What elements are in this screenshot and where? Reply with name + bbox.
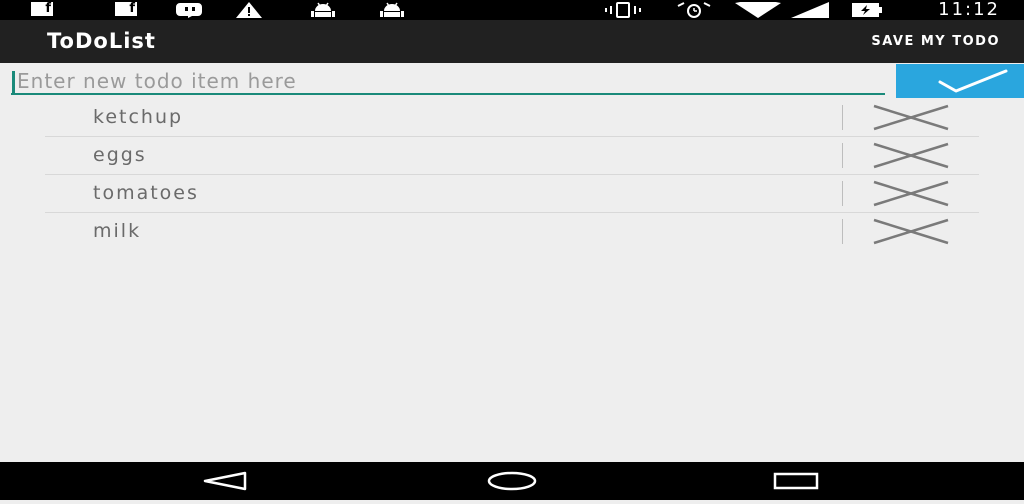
close-icon bbox=[873, 142, 949, 169]
row-divider bbox=[842, 219, 843, 244]
text-cursor bbox=[12, 71, 15, 93]
signal-icon bbox=[791, 2, 829, 18]
warning-icon bbox=[236, 2, 262, 18]
back-icon bbox=[203, 471, 247, 491]
back-button[interactable] bbox=[195, 462, 255, 500]
save-my-todo-button[interactable]: SAVE MY TODO bbox=[871, 20, 1000, 63]
delete-item-button[interactable] bbox=[871, 142, 951, 169]
row-divider bbox=[842, 105, 843, 130]
delete-item-button[interactable] bbox=[871, 180, 951, 207]
todo-item-label: ketchup bbox=[93, 106, 184, 128]
android-icon bbox=[309, 2, 337, 18]
todo-item-label: eggs bbox=[93, 144, 147, 166]
row-divider bbox=[842, 181, 843, 206]
close-icon bbox=[873, 218, 949, 245]
add-todo-button[interactable] bbox=[896, 64, 1024, 98]
todo-item-label: tomatoes bbox=[93, 182, 199, 204]
delete-item-button[interactable] bbox=[871, 218, 951, 245]
close-icon bbox=[873, 180, 949, 207]
facebook-icon: f bbox=[31, 2, 53, 16]
close-icon bbox=[873, 104, 949, 131]
android-icon bbox=[378, 2, 406, 18]
vibrate-icon bbox=[604, 2, 642, 18]
home-button[interactable] bbox=[480, 462, 544, 500]
facebook-icon: f bbox=[115, 2, 137, 16]
recents-icon bbox=[773, 472, 819, 490]
status-bar: f f 11:12 bbox=[0, 0, 1024, 20]
navigation-bar bbox=[0, 462, 1024, 500]
todo-item-label: milk bbox=[93, 220, 142, 242]
action-bar: ToDoList SAVE MY TODO bbox=[0, 20, 1024, 63]
delete-item-button[interactable] bbox=[871, 104, 951, 131]
todo-list: ketchup eggs tomatoes milk bbox=[45, 99, 979, 250]
recents-button[interactable] bbox=[766, 462, 826, 500]
home-icon bbox=[487, 471, 537, 491]
app-title: ToDoList bbox=[47, 29, 156, 53]
new-todo-row bbox=[0, 63, 1024, 99]
hangouts-icon bbox=[176, 2, 206, 18]
row-divider bbox=[842, 143, 843, 168]
battery-charging-icon bbox=[852, 2, 882, 18]
alarm-icon bbox=[674, 2, 714, 18]
checkmark-icon bbox=[938, 69, 1008, 93]
todo-item[interactable]: eggs bbox=[45, 137, 979, 175]
new-todo-input[interactable] bbox=[11, 69, 885, 95]
todo-item[interactable]: ketchup bbox=[45, 99, 979, 137]
todo-item[interactable]: tomatoes bbox=[45, 175, 979, 213]
clock: 11:12 bbox=[938, 0, 1000, 20]
wifi-icon bbox=[735, 2, 781, 18]
todo-item[interactable]: milk bbox=[45, 213, 979, 250]
